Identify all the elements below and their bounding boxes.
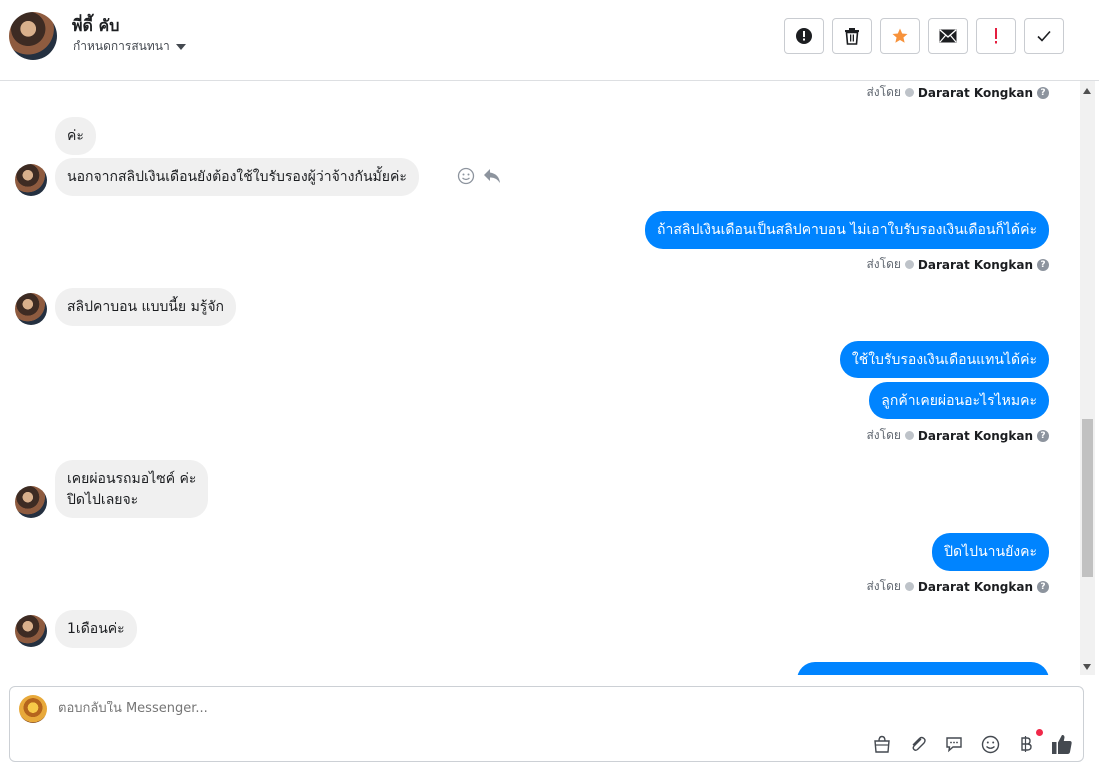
mark-done-button[interactable] bbox=[1024, 18, 1064, 54]
conversation-toolbar bbox=[784, 18, 1064, 54]
message-composer bbox=[9, 686, 1084, 762]
sender-dot-icon bbox=[904, 431, 914, 440]
outgoing-message[interactable]: ลูกค้าเคยผ่อนอะไรไหมคะ bbox=[869, 382, 1049, 419]
conversation-header: พี่ดี้ คับ กำหนดการสนทนา bbox=[0, 0, 1099, 81]
sent-by-label: ส่งโดย bbox=[866, 257, 901, 271]
outgoing-message-partial[interactable] bbox=[797, 662, 1049, 675]
contact-avatar-small[interactable] bbox=[15, 486, 47, 518]
emoji-react-icon[interactable] bbox=[457, 167, 475, 185]
baht-icon bbox=[1021, 736, 1032, 752]
alert-circle-icon bbox=[796, 28, 812, 44]
contact-avatar-small[interactable] bbox=[15, 615, 47, 647]
agent-name[interactable]: Dararat Kongkan bbox=[918, 580, 1033, 594]
mark-spam-button[interactable] bbox=[784, 18, 824, 54]
scroll-up-arrow-icon[interactable] bbox=[1083, 88, 1091, 94]
outgoing-message[interactable]: ถ้าสลิปเงินเดือนเป็นสลิปคาบอน ไม่เอาใบรั… bbox=[645, 211, 1049, 249]
incoming-message[interactable]: ค่ะ bbox=[55, 117, 96, 155]
sent-by-info: ส่งโดย Dararat Kongkan ? bbox=[866, 83, 1049, 102]
follow-up-button[interactable] bbox=[976, 18, 1016, 54]
envelope-icon bbox=[939, 29, 957, 43]
assign-conversation-dropdown[interactable]: กำหนดการสนทนา bbox=[73, 37, 186, 56]
attach-button[interactable] bbox=[907, 733, 929, 755]
star-icon bbox=[892, 28, 908, 43]
mark-unread-button[interactable] bbox=[928, 18, 968, 54]
agent-name[interactable]: Dararat Kongkan bbox=[918, 429, 1033, 443]
message-line: เคยผ่อนรถมอไซค์ ค่ะ bbox=[67, 471, 197, 487]
composer-toolbar bbox=[871, 729, 1073, 755]
reply-icon[interactable] bbox=[483, 168, 501, 184]
sender-dot-icon bbox=[904, 582, 914, 591]
emoji-button[interactable] bbox=[979, 733, 1001, 755]
page-avatar bbox=[19, 695, 47, 723]
incoming-message[interactable]: สลิปคาบอน แบบนี้ย มรู้จัก bbox=[55, 288, 237, 326]
scroll-down-arrow-icon[interactable] bbox=[1083, 664, 1091, 670]
saved-replies-button[interactable] bbox=[943, 733, 965, 755]
reply-input[interactable] bbox=[58, 701, 658, 716]
help-icon[interactable]: ? bbox=[1037, 429, 1049, 442]
smiley-icon bbox=[981, 735, 999, 753]
sent-by-label: ส่งโดย bbox=[866, 85, 901, 99]
help-icon[interactable]: ? bbox=[1037, 86, 1049, 99]
help-icon[interactable]: ? bbox=[1037, 258, 1049, 271]
notification-dot bbox=[1036, 729, 1043, 736]
shop-button[interactable] bbox=[871, 733, 893, 755]
contact-avatar-small[interactable] bbox=[15, 293, 47, 325]
sent-by-info: ส่งโดย Dararat Kongkan ? bbox=[866, 426, 1049, 445]
incoming-message[interactable]: เคยผ่อนรถมอไซค์ ค่ะ ปิดไปเลยจะ bbox=[55, 460, 209, 518]
help-icon[interactable]: ? bbox=[1037, 580, 1049, 593]
incoming-message[interactable]: 1เดือนค่ะ bbox=[55, 610, 137, 648]
scroll-thumb[interactable] bbox=[1082, 419, 1093, 577]
message-line: ปิดไปเลยจะ bbox=[67, 492, 139, 508]
delete-button[interactable] bbox=[832, 18, 872, 54]
star-button[interactable] bbox=[880, 18, 920, 54]
sent-by-label: ส่งโดย bbox=[866, 579, 901, 593]
sender-dot-icon bbox=[904, 88, 914, 97]
thumbs-up-icon bbox=[1052, 734, 1072, 754]
chat-bubble-icon bbox=[946, 737, 962, 753]
thread-scrollbar[interactable] bbox=[1080, 81, 1095, 675]
payment-button[interactable] bbox=[1015, 729, 1043, 755]
caret-down-icon bbox=[175, 43, 186, 50]
assign-label: กำหนดการสนทนา bbox=[73, 39, 170, 53]
agent-name[interactable]: Dararat Kongkan bbox=[918, 86, 1033, 100]
message-thread[interactable]: ส่งโดย Dararat Kongkan ? ค่ะ นอกจากสลิปเ… bbox=[0, 81, 1080, 675]
agent-name[interactable]: Dararat Kongkan bbox=[918, 258, 1033, 272]
shopping-bag-icon bbox=[874, 735, 890, 753]
contact-name[interactable]: พี่ดี้ คับ bbox=[72, 14, 119, 39]
like-button[interactable] bbox=[1051, 733, 1073, 755]
contact-avatar-small[interactable] bbox=[15, 164, 47, 196]
sent-by-info: ส่งโดย Dararat Kongkan ? bbox=[866, 255, 1049, 274]
message-hover-tools bbox=[457, 167, 501, 185]
outgoing-message[interactable]: ปิดไปนานยังคะ bbox=[932, 533, 1049, 571]
exclamation-icon bbox=[995, 28, 997, 44]
paperclip-icon bbox=[912, 736, 926, 751]
incoming-message[interactable]: นอกจากสลิปเงินเดือนยังต้องใช้ใบรับรองผู้… bbox=[55, 158, 419, 196]
contact-avatar[interactable] bbox=[9, 12, 57, 60]
sender-dot-icon bbox=[904, 260, 914, 269]
sent-by-label: ส่งโดย bbox=[866, 428, 901, 442]
checkmark-icon bbox=[1037, 30, 1051, 42]
trash-icon bbox=[845, 28, 859, 45]
outgoing-message[interactable]: ใช้ใบรับรองเงินเดือนแทนได้ค่ะ bbox=[839, 341, 1049, 378]
sent-by-info: ส่งโดย Dararat Kongkan ? bbox=[866, 577, 1049, 596]
